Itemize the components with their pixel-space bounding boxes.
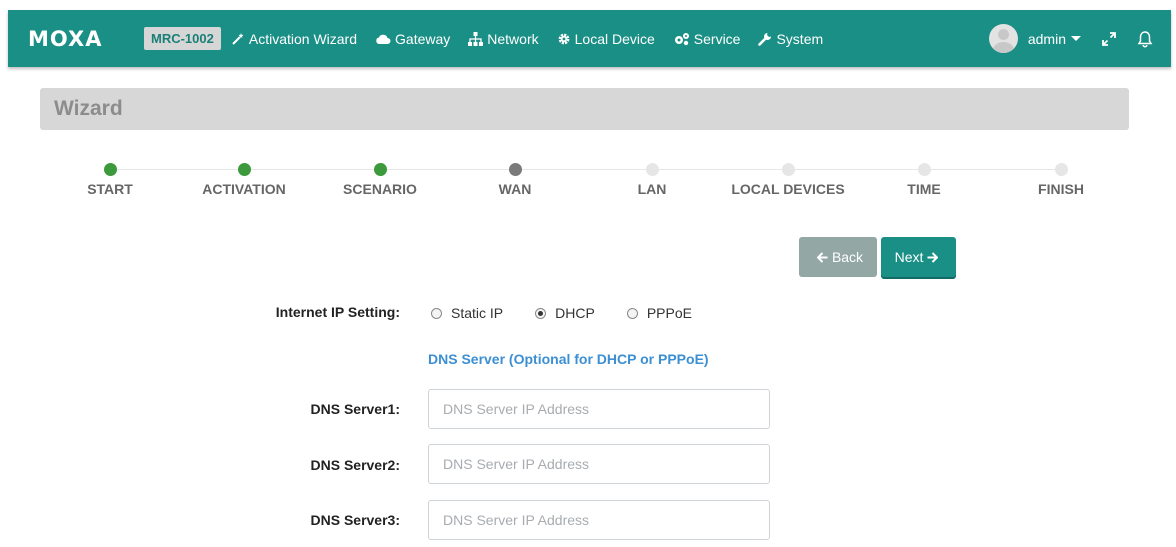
sitemap-icon xyxy=(468,31,484,46)
moxa-logo[interactable]: MOXA xyxy=(28,27,124,51)
nav-label: Activation Wizard xyxy=(248,30,358,47)
radio-static-ip[interactable]: Static IP xyxy=(431,305,503,321)
arrow-left-icon xyxy=(816,251,828,263)
step-activation: ACTIVATION xyxy=(174,160,314,197)
step-finish: FINISH xyxy=(991,160,1131,197)
nav-service[interactable]: Service xyxy=(673,30,741,47)
user-menu[interactable]: admin xyxy=(1028,31,1081,47)
wrench-icon xyxy=(758,32,772,46)
radio-label: DHCP xyxy=(555,305,595,321)
step-label: LOCAL DEVICES xyxy=(731,181,845,197)
nav-network[interactable]: Network xyxy=(468,30,539,47)
dns-server3-label: DNS Server3: xyxy=(310,512,401,528)
radio-pppoe[interactable]: PPPoE xyxy=(626,305,692,321)
top-navigation-bar: MOXA MRC-1002 Activation Wizard Gateway … xyxy=(8,10,1171,67)
step-time: TIME xyxy=(854,160,994,197)
wizard-steps: START ACTIVATION SCENARIO WAN LAN LOCAL … xyxy=(0,160,1176,200)
next-label: Next xyxy=(894,249,924,265)
main-nav: Activation Wizard Gateway Network Local … xyxy=(231,31,841,47)
caret-down-icon xyxy=(1071,36,1081,41)
nav-system[interactable]: System xyxy=(758,31,823,47)
bell-icon[interactable] xyxy=(1137,30,1153,48)
step-start: START xyxy=(40,160,180,197)
nav-label: Network xyxy=(487,30,539,47)
step-dot xyxy=(645,163,659,176)
radio-dhcp[interactable]: DHCP xyxy=(535,305,595,321)
dns-server1-input[interactable] xyxy=(428,389,770,429)
brand-text: MOXA xyxy=(28,26,103,51)
gears-icon xyxy=(674,32,689,45)
step-scenario: SCENARIO xyxy=(310,160,450,197)
step-label: START xyxy=(87,181,133,197)
magic-wand-icon xyxy=(232,32,244,45)
radio-button[interactable] xyxy=(431,307,442,319)
nav-local-device[interactable]: Local Device xyxy=(557,31,655,47)
arrow-right-icon xyxy=(927,251,939,263)
gear-icon xyxy=(558,33,570,44)
dns-section-heading: DNS Server (Optional for DHCP or PPPoE) xyxy=(428,351,709,367)
step-label: ACTIVATION xyxy=(202,181,286,197)
nav-label: System xyxy=(776,30,824,47)
step-wan: WAN xyxy=(445,160,585,197)
dns-server3-input[interactable] xyxy=(428,500,770,540)
next-button[interactable]: Next xyxy=(881,237,956,277)
model-badge: MRC-1002 xyxy=(144,27,221,50)
back-label: Back xyxy=(831,249,864,265)
header-tools: admin xyxy=(988,24,1153,53)
radio-label: PPPoE xyxy=(646,305,692,321)
step-dot xyxy=(917,163,931,176)
radio-label: Static IP xyxy=(451,305,504,321)
step-label: SCENARIO xyxy=(343,181,417,197)
step-label: TIME xyxy=(907,181,941,197)
back-button[interactable]: Back xyxy=(799,237,877,277)
dns-server2-input[interactable] xyxy=(428,444,770,484)
step-dot xyxy=(781,163,795,176)
nav-gateway[interactable]: Gateway xyxy=(375,31,450,47)
radio-button[interactable] xyxy=(626,307,638,319)
step-label: WAN xyxy=(498,181,532,197)
nav-label: Gateway xyxy=(395,30,451,47)
step-dot xyxy=(1054,163,1068,176)
nav-activation-wizard[interactable]: Activation Wizard xyxy=(231,31,357,47)
ip-setting-label: Internet IP Setting: xyxy=(275,304,400,320)
ip-setting-radio-group: Static IP DHCP PPPoE xyxy=(431,305,724,321)
wizard-header: Wizard xyxy=(40,88,1129,130)
avatar[interactable] xyxy=(988,24,1018,53)
user-name: admin xyxy=(1027,30,1066,47)
step-lan: LAN xyxy=(582,160,722,197)
radio-button[interactable] xyxy=(535,307,547,319)
fullscreen-icon[interactable] xyxy=(1101,31,1117,47)
nav-label: Service xyxy=(693,30,741,47)
step-label: LAN xyxy=(637,181,667,197)
step-dot xyxy=(373,163,387,176)
step-local-devices: LOCAL DEVICES xyxy=(718,160,858,197)
dns-server1-label: DNS Server1: xyxy=(310,401,401,417)
page-title: Wizard xyxy=(54,97,123,120)
dns-server2-label: DNS Server2: xyxy=(310,457,401,473)
step-dot xyxy=(237,163,251,176)
cloud-icon xyxy=(376,34,391,44)
nav-label: Local Device xyxy=(574,30,655,47)
step-dot xyxy=(103,163,117,176)
step-label: FINISH xyxy=(1038,181,1084,197)
step-dot xyxy=(508,163,522,176)
